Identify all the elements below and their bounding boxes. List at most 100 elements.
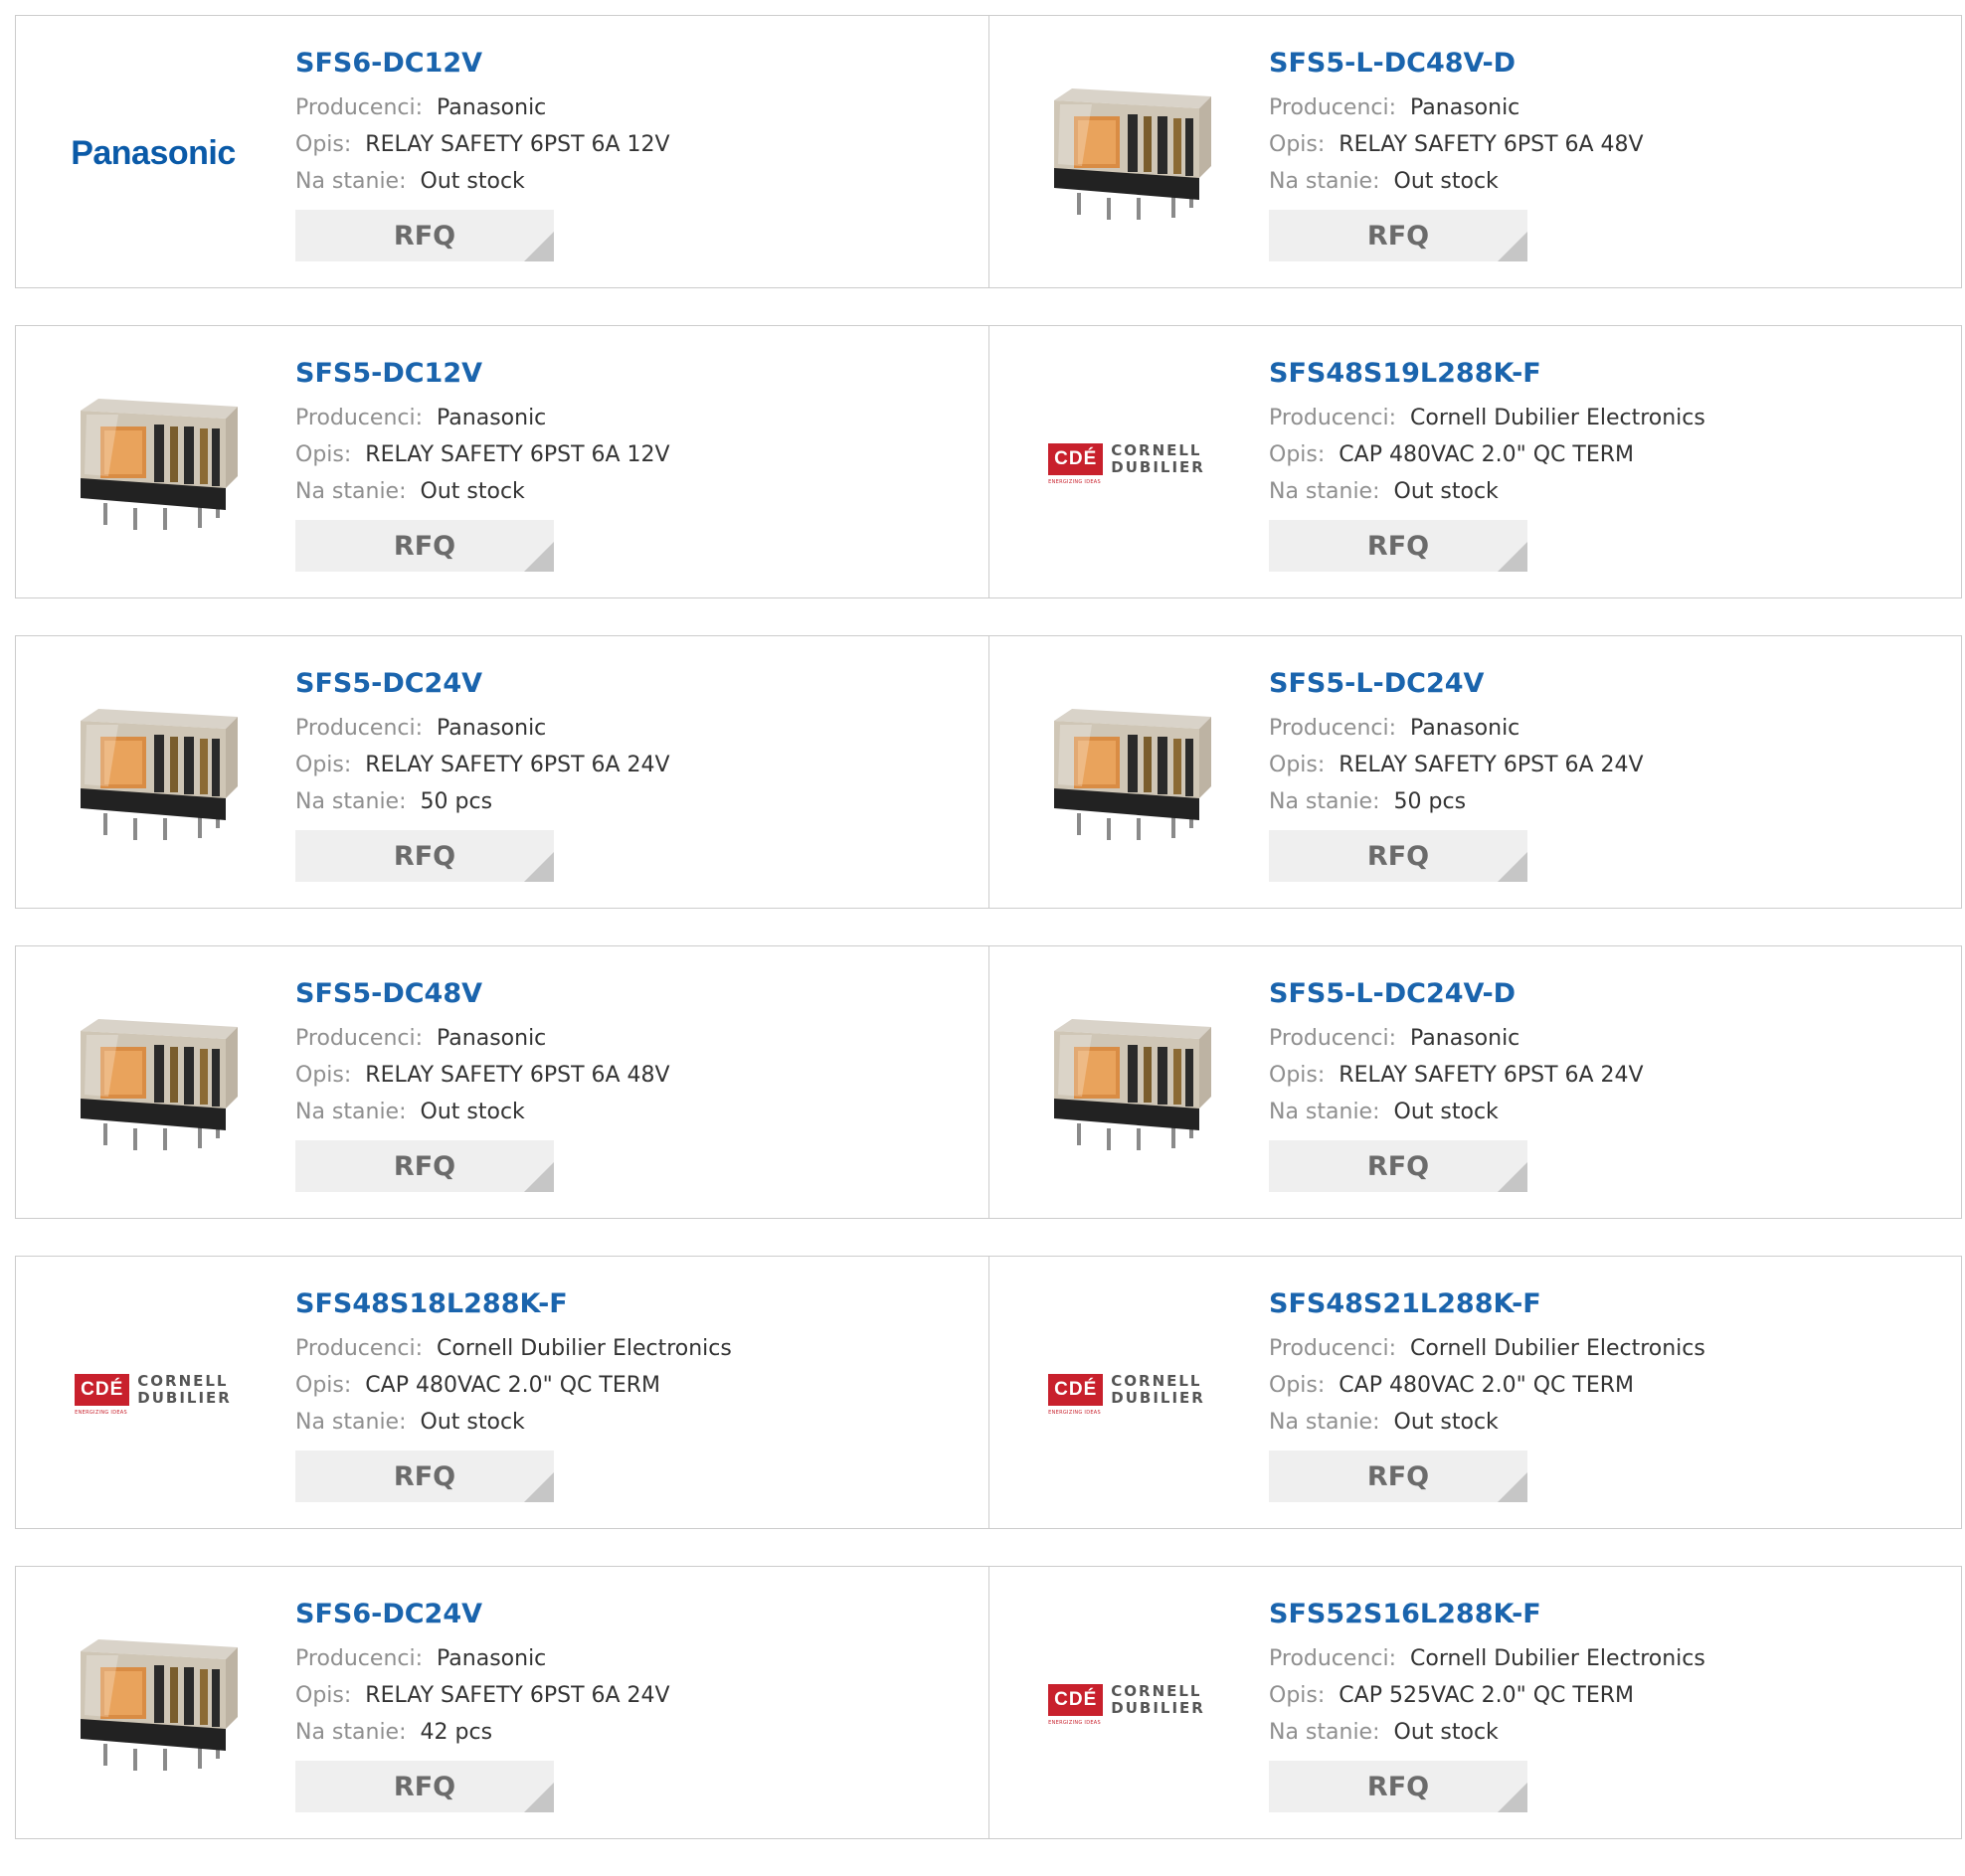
description-label: Opis: bbox=[295, 753, 352, 777]
rfq-button[interactable]: RFQ bbox=[295, 1761, 554, 1812]
description-label: Opis: bbox=[295, 1373, 352, 1398]
stock-value: Out stock bbox=[420, 1410, 525, 1435]
rfq-label: RFQ bbox=[393, 1771, 456, 1802]
description-label: Opis: bbox=[1269, 1373, 1326, 1398]
product-image[interactable] bbox=[54, 674, 253, 873]
product-card: SFS6-DC24V Producenci: Panasonic Opis: REL… bbox=[16, 1567, 988, 1838]
cde-logo-line1: CORNELL bbox=[1111, 1681, 1202, 1700]
stock-label: Na stanie: bbox=[1269, 479, 1380, 504]
cde-logo-tagline: ENERGIZING IDEAS bbox=[75, 1409, 128, 1416]
corner-triangle-icon bbox=[1498, 232, 1527, 261]
rfq-label: RFQ bbox=[393, 1150, 456, 1182]
description-value: RELAY SAFETY 6PST 6A 24V bbox=[365, 753, 670, 777]
cde-logo-tagline: ENERGIZING IDEAS bbox=[1048, 1409, 1102, 1416]
rfq-button[interactable]: RFQ bbox=[295, 210, 554, 261]
product-grid: Panasonic SFS6-DC12V Producenci: Panasoni… bbox=[15, 15, 1962, 1876]
product-card: CDÉ CORNELL DUBILIER ENERGIZING IDEAS SFS4… bbox=[988, 326, 1961, 597]
manufacturer-label: Producenci: bbox=[295, 1026, 424, 1051]
stock-label: Na stanie: bbox=[295, 789, 407, 814]
corner-triangle-icon bbox=[1498, 852, 1527, 882]
product-row: Panasonic SFS6-DC12V Producenci: Panasoni… bbox=[15, 15, 1962, 288]
rfq-label: RFQ bbox=[1366, 530, 1430, 562]
description-value: RELAY SAFETY 6PST 6A 48V bbox=[365, 1063, 670, 1088]
manufacturer-value: Cornell Dubilier Electronics bbox=[1410, 1646, 1705, 1671]
part-number-link[interactable]: SFS48S18L288K-F bbox=[295, 1284, 732, 1324]
description-value: RELAY SAFETY 6PST 6A 48V bbox=[1339, 132, 1644, 157]
stock-label: Na stanie: bbox=[295, 1410, 407, 1435]
cde-logo-line2: DUBILIER bbox=[1111, 457, 1205, 476]
cde-logo-line2: DUBILIER bbox=[1111, 1388, 1205, 1407]
part-number-link[interactable]: SFS5-L-DC24V-D bbox=[1269, 974, 1644, 1014]
product-image[interactable] bbox=[54, 984, 253, 1183]
corner-triangle-icon bbox=[524, 852, 554, 882]
product-image[interactable] bbox=[1027, 674, 1226, 873]
cde-logo-tagline: ENERGIZING IDEAS bbox=[1048, 1719, 1102, 1726]
manufacturer-logo[interactable]: CDÉ CORNELL DUBILIER ENERGIZING IDEAS bbox=[1027, 364, 1226, 563]
stock-label: Na stanie: bbox=[295, 479, 407, 504]
part-number-link[interactable]: SFS6-DC24V bbox=[295, 1595, 670, 1634]
rfq-button[interactable]: RFQ bbox=[1269, 520, 1527, 572]
manufacturer-label: Producenci: bbox=[1269, 1646, 1397, 1671]
description-value: RELAY SAFETY 6PST 6A 24V bbox=[1339, 753, 1644, 777]
manufacturer-label: Producenci: bbox=[295, 406, 424, 430]
stock-label: Na stanie: bbox=[1269, 1410, 1380, 1435]
description-value: RELAY SAFETY 6PST 6A 24V bbox=[1339, 1063, 1644, 1088]
description-value: RELAY SAFETY 6PST 6A 12V bbox=[365, 442, 670, 467]
product-image[interactable] bbox=[54, 364, 253, 563]
stock-label: Na stanie: bbox=[1269, 789, 1380, 814]
stock-value: 50 pcs bbox=[1393, 789, 1467, 814]
part-number-link[interactable]: SFS48S21L288K-F bbox=[1269, 1284, 1705, 1324]
product-image[interactable] bbox=[54, 1605, 253, 1803]
product-image[interactable] bbox=[1027, 54, 1226, 253]
part-number-link[interactable]: SFS6-DC12V bbox=[295, 44, 670, 84]
manufacturer-value: Panasonic bbox=[437, 1646, 547, 1671]
part-number-link[interactable]: SFS5-L-DC24V bbox=[1269, 664, 1644, 704]
rfq-label: RFQ bbox=[393, 840, 456, 872]
rfq-button[interactable]: RFQ bbox=[1269, 1450, 1527, 1502]
stock-value: Out stock bbox=[1393, 1410, 1499, 1435]
product-row: SFS5-DC24V Producenci: Panasonic Opis: REL… bbox=[15, 635, 1962, 909]
panasonic-logo: Panasonic bbox=[71, 133, 236, 172]
cde-logo-mark: CDÉ bbox=[1048, 442, 1104, 475]
rfq-button[interactable]: RFQ bbox=[1269, 1761, 1527, 1812]
rfq-button[interactable]: RFQ bbox=[295, 1450, 554, 1502]
cde-logo: CDÉ CORNELL DUBILIER ENERGIZING IDEAS bbox=[1048, 441, 1205, 485]
rfq-button[interactable]: RFQ bbox=[1269, 1140, 1527, 1192]
manufacturer-logo[interactable]: Panasonic bbox=[54, 54, 253, 253]
cde-logo-tagline: ENERGIZING IDEAS bbox=[1048, 478, 1102, 485]
relay-image bbox=[81, 399, 238, 530]
relay-image bbox=[81, 1639, 238, 1771]
description-label: Opis: bbox=[1269, 1683, 1326, 1708]
stock-value: Out stock bbox=[420, 1100, 525, 1124]
rfq-label: RFQ bbox=[1366, 220, 1430, 252]
manufacturer-label: Producenci: bbox=[1269, 406, 1397, 430]
part-number-link[interactable]: SFS5-DC48V bbox=[295, 974, 670, 1014]
cde-logo: CDÉ CORNELL DUBILIER ENERGIZING IDEAS bbox=[75, 1372, 232, 1416]
rfq-label: RFQ bbox=[393, 530, 456, 562]
product-card: CDÉ CORNELL DUBILIER ENERGIZING IDEAS SFS4… bbox=[988, 1257, 1961, 1528]
manufacturer-value: Panasonic bbox=[1410, 95, 1520, 120]
stock-label: Na stanie: bbox=[1269, 169, 1380, 194]
rfq-button[interactable]: RFQ bbox=[295, 1140, 554, 1192]
rfq-button[interactable]: RFQ bbox=[1269, 830, 1527, 882]
product-card: SFS5-DC12V Producenci: Panasonic Opis: REL… bbox=[16, 326, 988, 597]
manufacturer-logo[interactable]: CDÉ CORNELL DUBILIER ENERGIZING IDEAS bbox=[1027, 1605, 1226, 1803]
manufacturer-label: Producenci: bbox=[295, 1336, 424, 1361]
description-value: CAP 480VAC 2.0" QC TERM bbox=[1339, 1373, 1634, 1398]
rfq-button[interactable]: RFQ bbox=[1269, 210, 1527, 261]
part-number-link[interactable]: SFS48S19L288K-F bbox=[1269, 354, 1705, 394]
part-number-link[interactable]: SFS52S16L288K-F bbox=[1269, 1595, 1705, 1634]
stock-value: Out stock bbox=[420, 169, 525, 194]
rfq-button[interactable]: RFQ bbox=[295, 830, 554, 882]
corner-triangle-icon bbox=[1498, 542, 1527, 572]
product-image[interactable] bbox=[1027, 984, 1226, 1183]
manufacturer-logo[interactable]: CDÉ CORNELL DUBILIER ENERGIZING IDEAS bbox=[1027, 1294, 1226, 1493]
part-number-link[interactable]: SFS5-DC12V bbox=[295, 354, 670, 394]
rfq-button[interactable]: RFQ bbox=[295, 520, 554, 572]
manufacturer-value: Panasonic bbox=[437, 406, 547, 430]
part-number-link[interactable]: SFS5-DC24V bbox=[295, 664, 670, 704]
corner-triangle-icon bbox=[524, 1783, 554, 1812]
part-number-link[interactable]: SFS5-L-DC48V-D bbox=[1269, 44, 1644, 84]
manufacturer-label: Producenci: bbox=[1269, 1026, 1397, 1051]
manufacturer-logo[interactable]: CDÉ CORNELL DUBILIER ENERGIZING IDEAS bbox=[54, 1294, 253, 1493]
